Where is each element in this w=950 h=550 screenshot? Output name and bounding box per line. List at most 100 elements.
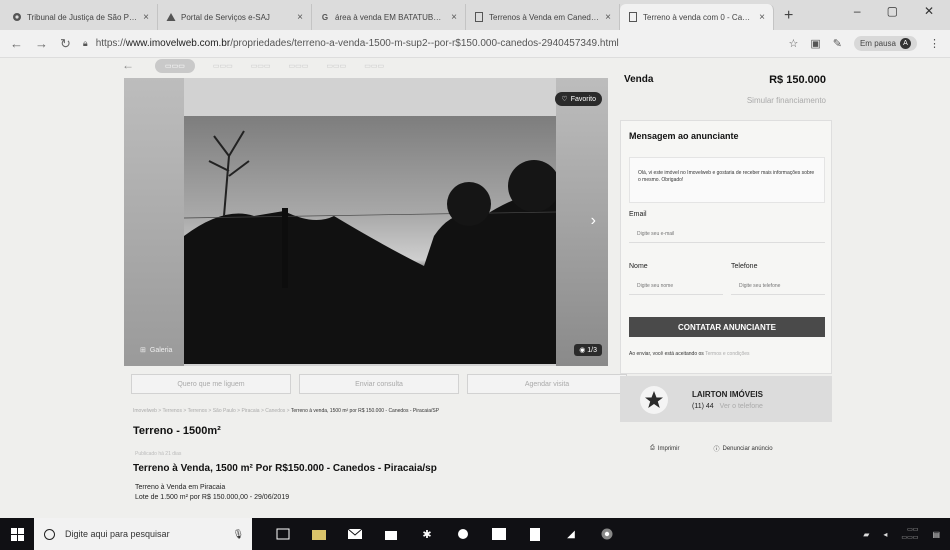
photo-gallery[interactable]: ♡ Favorito › ⊞ Galeria ◉ 1/3	[124, 78, 608, 366]
url-path: /propriedades/terreno-a-venda-1500-m-sup…	[230, 38, 619, 49]
extension-icon[interactable]: ▣	[810, 37, 820, 50]
tab-tjsp[interactable]: Tribunal de Justiça de São Paulo ×	[4, 4, 158, 30]
main-photo[interactable]	[183, 116, 560, 364]
chevron-right-icon[interactable]: ›	[591, 212, 596, 230]
tab-esaj[interactable]: Portal de Serviços e-SAJ ×	[158, 4, 312, 30]
reload-icon[interactable]: ↻	[60, 36, 71, 52]
back-arrow-icon[interactable]: ←	[122, 58, 134, 72]
advertiser-name[interactable]: LAIRTON IMÓVEIS	[692, 390, 763, 399]
terms-link[interactable]: Termos e condições	[705, 351, 749, 357]
file-explorer-icon[interactable]	[312, 527, 326, 541]
task-view-icon[interactable]	[276, 527, 290, 541]
listing-description: Terreno à Venda em Piracaia Lote de 1.50…	[135, 483, 289, 503]
page-icon	[474, 12, 484, 22]
nav-item[interactable]: ▭▭▭	[289, 62, 309, 70]
print-link[interactable]: ⎙ Imprimir	[650, 444, 679, 453]
new-tab-button[interactable]: +	[774, 7, 803, 30]
tab-label: Terrenos à Venda em Canedos	[489, 12, 600, 22]
network-icon[interactable]: ▰	[863, 530, 869, 539]
warning-icon	[166, 12, 176, 22]
mail-icon[interactable]	[348, 527, 362, 541]
menu-icon[interactable]: ⋮	[929, 37, 940, 50]
back-icon[interactable]: ←	[10, 36, 23, 51]
forward-icon[interactable]: →	[35, 36, 48, 51]
microphone-icon[interactable]: 🎙︎	[233, 529, 244, 540]
start-button[interactable]	[0, 527, 34, 541]
price-value: R$ 150.000	[769, 74, 826, 86]
phone-field[interactable]	[731, 277, 825, 295]
address-bar-row: ← → ↻ 🔒︎ https://www.imovelweb.com.br/pr…	[0, 30, 950, 58]
show-phone-link[interactable]: Ver o telefone	[720, 403, 763, 410]
chrome-icon[interactable]	[600, 527, 614, 541]
name-label: Nome	[629, 263, 648, 270]
gallery-next-photo[interactable]	[556, 78, 608, 366]
settings-icon[interactable]: ✱	[420, 527, 434, 541]
toolbar-icons: ☆ ▣ ✎ Em pausa A ⋮	[788, 36, 940, 51]
notifications-icon[interactable]: ▤	[932, 530, 940, 539]
nav-item[interactable]: ▭▭▭	[251, 62, 271, 70]
email-label: Email	[629, 211, 647, 218]
lock-icon[interactable]: 🔒︎	[83, 38, 88, 49]
close-tab-icon[interactable]: ×	[143, 12, 149, 23]
simulate-financing-link[interactable]: Simular financiamento	[747, 96, 826, 105]
document-icon[interactable]	[528, 527, 542, 541]
tab-label: Portal de Serviços e-SAJ	[181, 12, 270, 22]
nav-item[interactable]: ▭▭▭	[326, 62, 346, 70]
puzzle-icon[interactable]: ✎	[833, 37, 842, 50]
tab-label: área à venda EM BATATUBA em	[335, 12, 446, 22]
counter-value: 1/3	[587, 347, 597, 354]
message-textarea[interactable]: Olá, vi este imóvel no Imovelweb e gosta…	[629, 157, 825, 203]
report-link[interactable]: ⓘ Denunciar anúncio	[713, 444, 772, 454]
description-line: Lote de 1.500 m² por R$ 150.000,00 - 29/…	[135, 494, 290, 501]
gallery-prev-photo[interactable]	[124, 78, 184, 366]
avatar: A	[900, 38, 911, 49]
request-call-button[interactable]: Quero que me liguem	[131, 374, 291, 394]
close-tab-icon[interactable]: ×	[605, 12, 611, 23]
cortana-icon	[44, 528, 55, 540]
profile-button[interactable]: Em pausa A	[853, 36, 917, 51]
globe-icon	[12, 12, 22, 22]
url-field[interactable]: https://www.imovelweb.com.br/propriedade…	[96, 38, 789, 49]
close-tab-icon[interactable]: ×	[759, 12, 765, 23]
windows-icon	[10, 527, 24, 541]
taskbar-search[interactable]: Digite aqui para pesquisar 🎙︎	[34, 518, 252, 550]
favorite-button[interactable]: ♡ Favorito	[555, 92, 602, 106]
system-tray: ▰ ◂ ▭▭ ▭▭▭ ▤	[863, 526, 950, 542]
app-icon[interactable]	[456, 527, 470, 541]
browser-tab-strip: Tribunal de Justiça de São Paulo × Porta…	[0, 0, 950, 30]
media-icon[interactable]: ◢	[564, 527, 578, 541]
email-field[interactable]	[629, 225, 825, 243]
powerpoint-icon[interactable]	[492, 527, 506, 541]
nav-item[interactable]: ▭▭▭	[364, 62, 384, 70]
publish-date: Publicado há 21 dias	[135, 451, 182, 457]
listing-heading: Terreno à Venda, 1500 m² Por R$150.000 -…	[133, 463, 437, 474]
star-icon[interactable]: ☆	[788, 37, 798, 50]
advertiser-phone: (11) 44 Ver o telefone	[692, 403, 763, 410]
maximize-icon[interactable]: ▢	[887, 4, 898, 18]
volume-icon[interactable]: ◂	[883, 530, 887, 539]
contact-advertiser-button[interactable]: CONTATAR ANUNCIANTE	[629, 317, 825, 337]
close-tab-icon[interactable]: ×	[451, 12, 457, 23]
close-window-icon[interactable]: ✕	[924, 4, 934, 18]
url-prefix: https://	[95, 38, 126, 49]
store-icon[interactable]	[384, 527, 398, 541]
clock[interactable]: ▭▭ ▭▭▭	[901, 526, 918, 542]
price-box: Venda R$ 150.000 Simular financiamento	[624, 66, 830, 114]
close-tab-icon[interactable]: ×	[297, 12, 303, 23]
name-field[interactable]	[629, 277, 723, 295]
printer-icon: ⎙	[650, 445, 655, 451]
schedule-visit-button[interactable]: Agendar visita	[467, 374, 627, 394]
nav-pill[interactable]: ▭▭▭	[155, 59, 195, 73]
minimize-icon[interactable]: –	[854, 4, 861, 18]
tab-terreno-venda[interactable]: Terreno à venda com 0 - Canedo ×	[620, 4, 774, 30]
page-icon	[628, 12, 638, 22]
nav-item[interactable]: ▭▭▭	[213, 62, 233, 70]
gallery-button[interactable]: ⊞ Galeria	[140, 346, 172, 355]
breadcrumb-path[interactable]: Imovelweb > Terrenos > Terrenos > São Pa…	[133, 408, 290, 414]
pinned-apps: ✱ ◢	[276, 527, 614, 541]
tab-terrenos-canedos[interactable]: Terrenos à Venda em Canedos ×	[466, 4, 620, 30]
description-line: Terreno à Venda em Piracaia	[135, 484, 226, 491]
advertiser-logo[interactable]	[640, 386, 668, 414]
tab-google-search[interactable]: G área à venda EM BATATUBA em ×	[312, 4, 466, 30]
send-inquiry-button[interactable]: Enviar consulta	[299, 374, 459, 394]
